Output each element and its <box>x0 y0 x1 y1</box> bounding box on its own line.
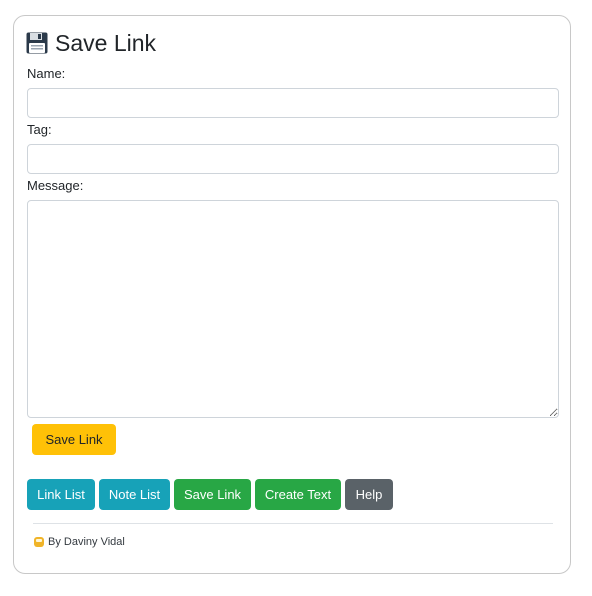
message-label: Message: <box>27 178 84 193</box>
footer-credit: By Daviny Vidal <box>48 536 125 548</box>
save-link-card: Save Link Name: Tag: Message: Save Link … <box>13 15 571 574</box>
link-list-button[interactable]: Link List <box>27 479 95 510</box>
message-textarea[interactable] <box>27 200 559 418</box>
save-link-nav-button[interactable]: Save Link <box>174 479 251 510</box>
note-list-button[interactable]: Note List <box>99 479 170 510</box>
page-title-text: Save Link <box>55 29 157 56</box>
footer: By Daviny Vidal <box>34 536 125 548</box>
help-button[interactable]: Help <box>345 479 393 510</box>
name-input[interactable] <box>27 88 559 118</box>
name-label: Name: <box>27 66 66 81</box>
floppy-disk-icon <box>26 32 48 54</box>
footer-divider <box>33 523 553 524</box>
create-text-button[interactable]: Create Text <box>255 479 341 510</box>
save-link-submit-button[interactable]: Save Link <box>32 424 116 455</box>
tag-label: Tag: <box>27 122 52 137</box>
emoji-icon <box>34 537 44 547</box>
tag-input[interactable] <box>27 144 559 174</box>
page-title: Save Link <box>26 28 156 58</box>
